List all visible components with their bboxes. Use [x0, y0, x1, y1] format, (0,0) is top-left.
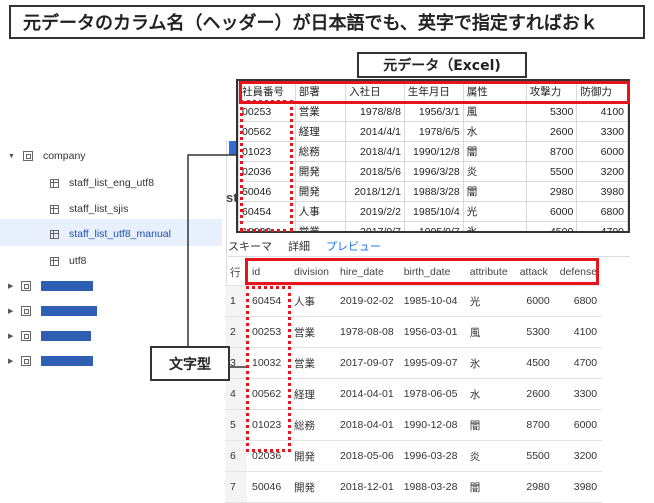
row-number: 7: [225, 471, 247, 503]
cell: 開発: [289, 471, 335, 503]
cell: 2980: [514, 471, 555, 503]
preview-row: 7 50046 開発 2018-12-01 1988-03-28 闇 2980 3980: [225, 471, 603, 503]
cell: 1988-03-28: [398, 471, 465, 503]
cell: 3980: [554, 471, 603, 503]
string-type-callout: 文字型: [150, 346, 230, 381]
cell: 闇: [464, 471, 515, 503]
annotation-connector: [187, 154, 246, 368]
cell: 2018-12-01: [335, 471, 399, 503]
connector-line: [187, 154, 237, 346]
cell: 50046: [247, 471, 289, 503]
